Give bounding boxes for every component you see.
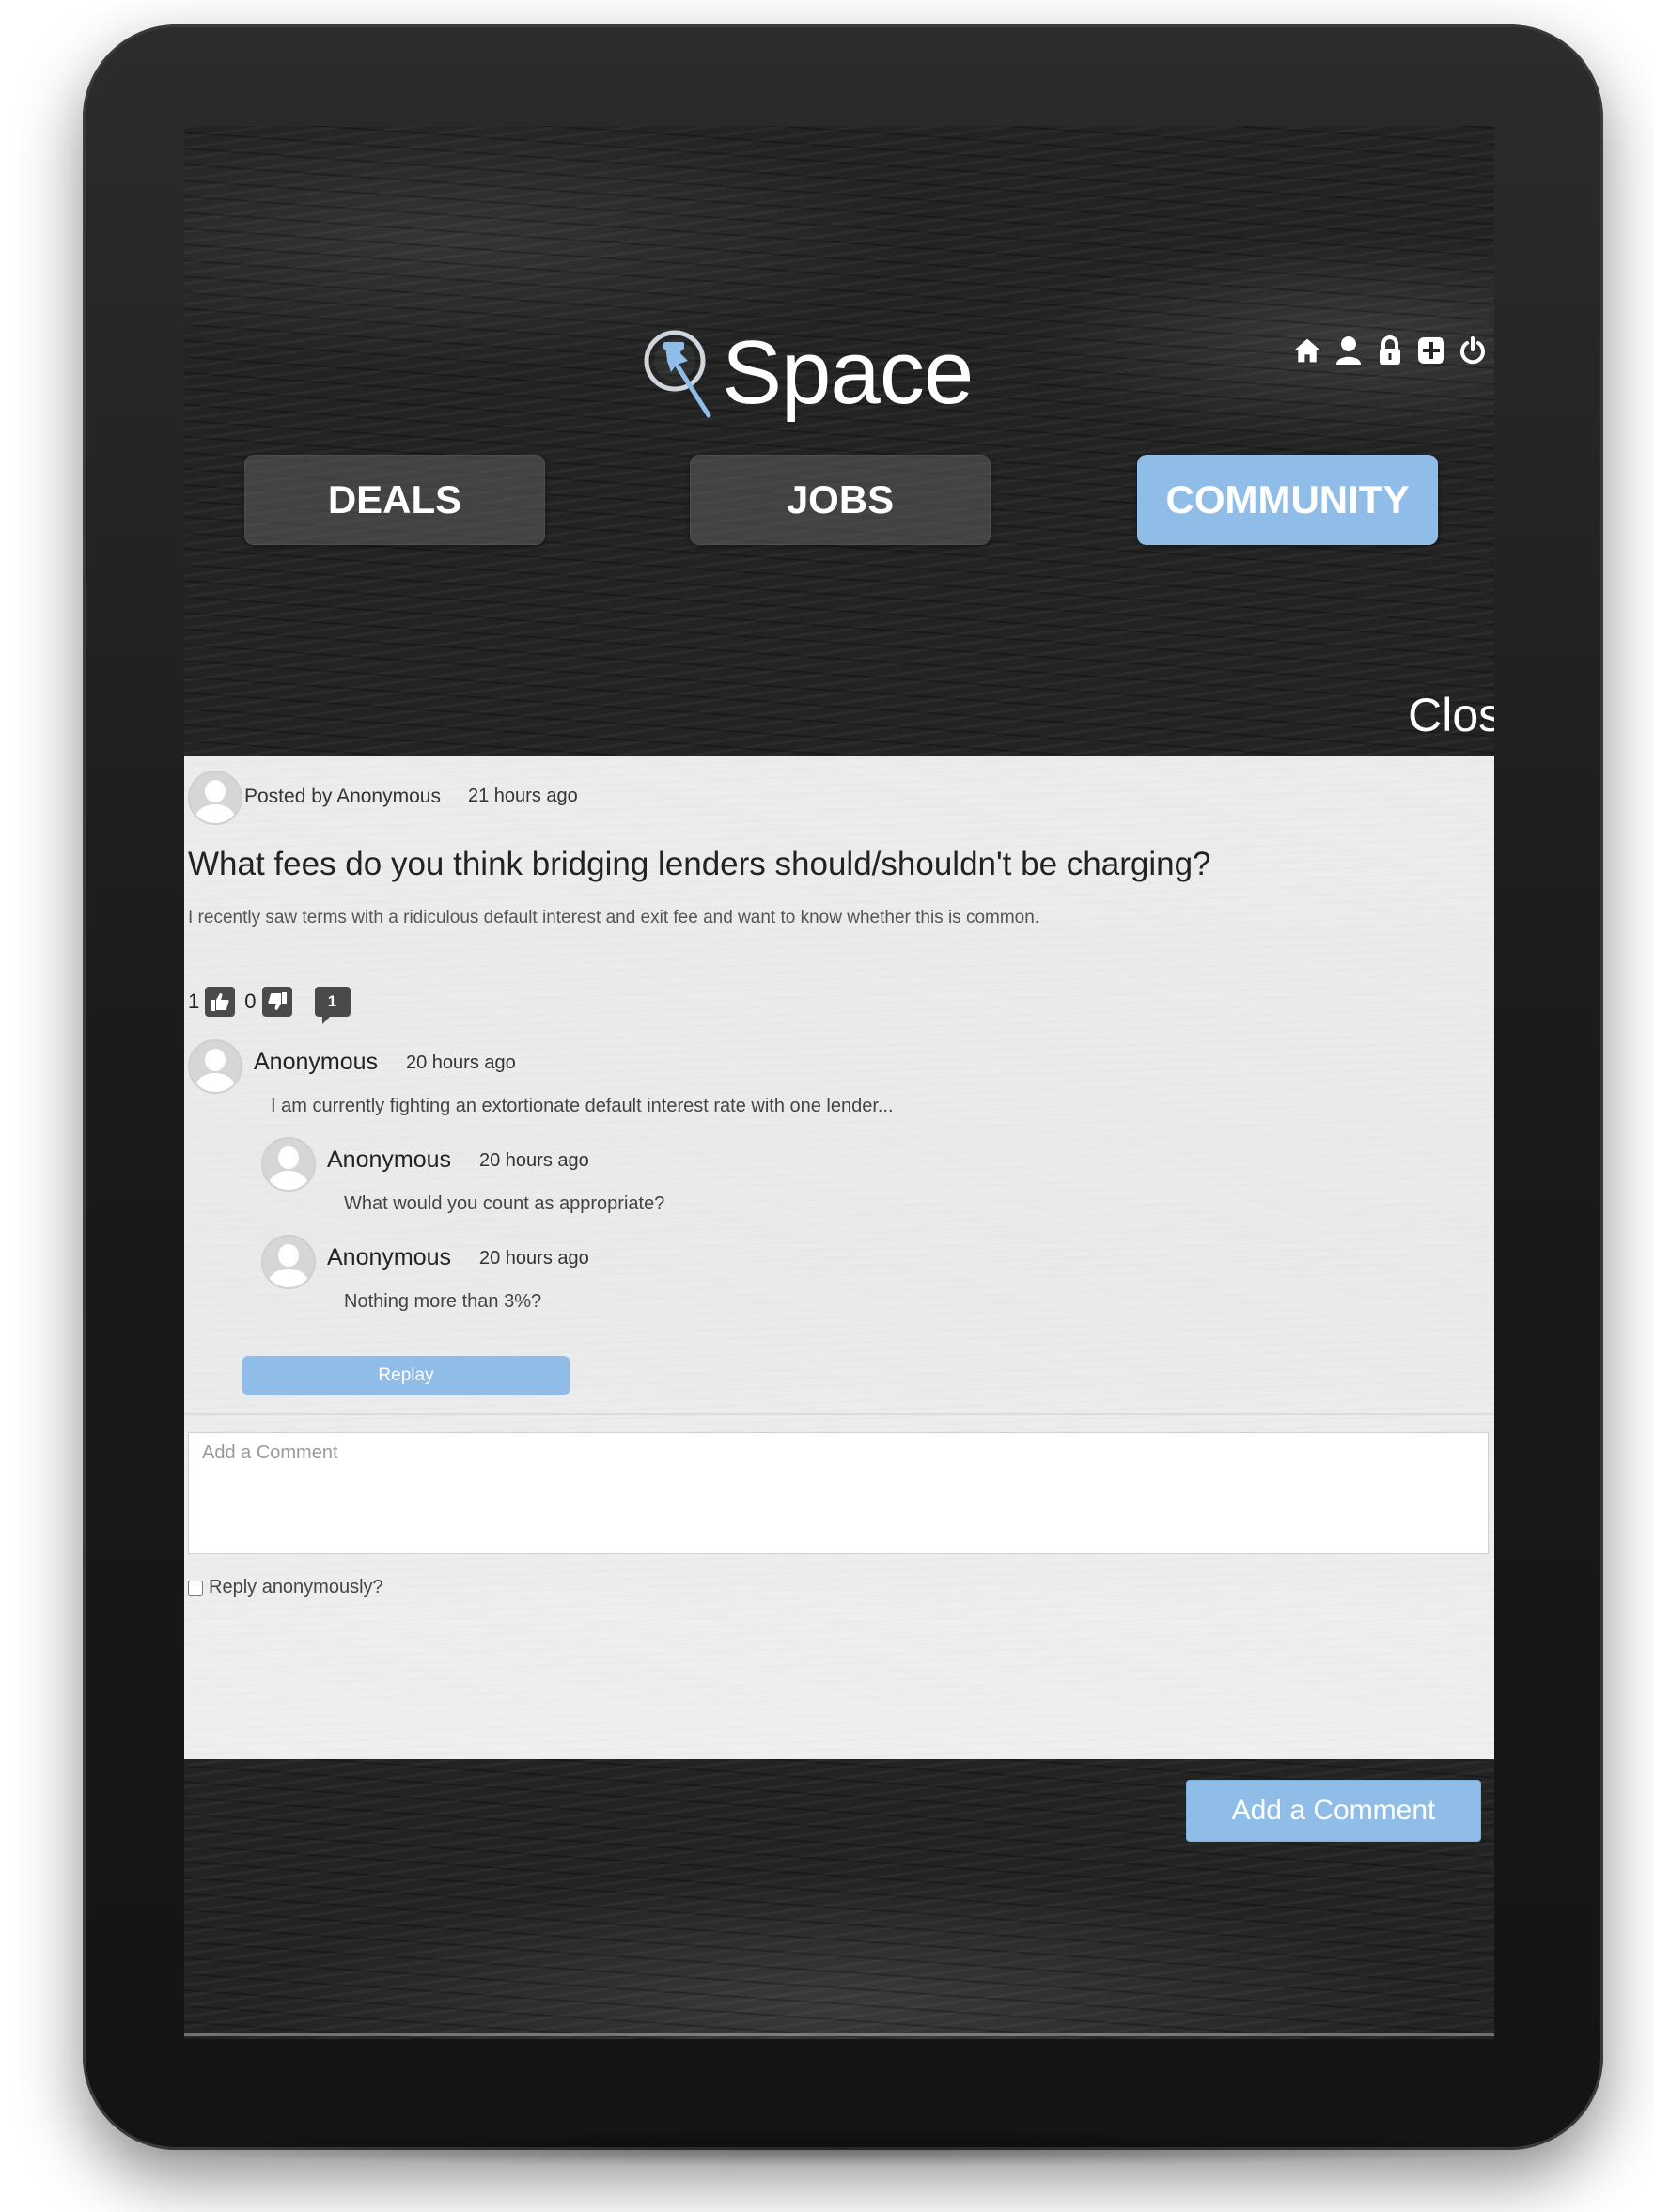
thumbs-down-icon[interactable] — [261, 987, 292, 1017]
post-time: 21 hours ago — [468, 786, 578, 806]
comment-author: Anonymous — [254, 1049, 379, 1075]
pushpin-logo-icon — [644, 330, 711, 418]
post-body: I recently saw terms with a ridiculous d… — [188, 908, 1040, 927]
tab-deals[interactable]: DEALS — [244, 455, 545, 545]
comment-count-badge[interactable]: 1 — [314, 987, 351, 1024]
screen-bottom-edge — [184, 2033, 1494, 2036]
post-title: What fees do you think bridging lenders … — [188, 846, 1211, 882]
app-logo[interactable]: Space — [639, 321, 974, 425]
reply-author: Anonymous — [327, 1244, 452, 1270]
home-icon[interactable] — [1293, 335, 1321, 366]
close-link[interactable]: Close — [1408, 688, 1494, 742]
plus-square-icon[interactable] — [1417, 335, 1445, 366]
app-screen: Space DEALS JOBS COMMUNITY Close Posted … — [184, 126, 1494, 2039]
reply-time: 20 hours ago — [479, 1248, 589, 1269]
post-panel: Posted by Anonymous 21 hours ago What fe… — [184, 756, 1494, 1842]
divider — [184, 1413, 1494, 1415]
power-icon[interactable] — [1459, 335, 1487, 366]
user-icon[interactable] — [1334, 335, 1363, 366]
comment-text: I am currently fighting an extortionate … — [271, 1096, 894, 1116]
reply-avatar — [261, 1235, 316, 1289]
reply-avatar — [261, 1137, 316, 1192]
post-author: Posted by Anonymous — [244, 786, 441, 807]
comment-input[interactable] — [188, 1432, 1489, 1554]
reply-anonymously-label: Reply anonymously? — [209, 1577, 383, 1597]
lock-icon[interactable] — [1376, 335, 1404, 366]
tab-jobs[interactable]: JOBS — [690, 455, 991, 545]
reply-button[interactable]: Replay — [242, 1356, 570, 1395]
reply-text: Nothing more than 3%? — [344, 1291, 542, 1312]
reply-anonymously-option[interactable]: Reply anonymously? — [188, 1577, 383, 1598]
thumbs-up-icon[interactable] — [205, 987, 236, 1017]
post-author-avatar — [188, 771, 242, 825]
tab-community[interactable]: COMMUNITY — [1137, 455, 1438, 545]
reply-anonymously-checkbox[interactable] — [188, 1580, 203, 1596]
dislike-count: 0 — [244, 989, 257, 1013]
reply-author: Anonymous — [327, 1146, 452, 1173]
logo-text: Space — [722, 322, 974, 423]
header-icons — [1293, 335, 1487, 366]
like-count: 1 — [188, 989, 200, 1013]
comment-avatar — [188, 1039, 242, 1094]
vote-bar: 1 0 1 — [188, 987, 351, 1024]
reply-time: 20 hours ago — [479, 1150, 589, 1171]
add-comment-button[interactable]: Add a Comment — [1186, 1780, 1481, 1842]
reply-text: What would you count as appropriate? — [344, 1193, 665, 1214]
comment-time: 20 hours ago — [406, 1052, 516, 1073]
